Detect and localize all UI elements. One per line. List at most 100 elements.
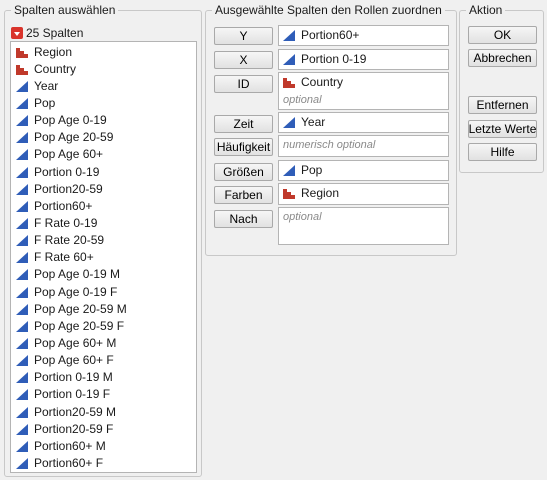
- role-entry-name: Year: [301, 115, 326, 129]
- column-list-item[interactable]: Portion 0-19 M: [11, 369, 196, 386]
- continuous-triangle-icon: [16, 320, 29, 332]
- role-placeholder: optional: [283, 94, 322, 106]
- role-entry[interactable]: Portion 0-19: [279, 50, 448, 68]
- role-entry[interactable]: Pop: [279, 161, 448, 179]
- role-box-nach[interactable]: optional: [278, 207, 449, 245]
- column-name: F Rate 60+: [34, 250, 94, 265]
- continuous-triangle-icon: [16, 406, 29, 418]
- role-entry[interactable]: Country: [279, 73, 448, 91]
- role-button-zeit[interactable]: Zeit: [214, 115, 273, 133]
- role-entry[interactable]: Region: [279, 184, 448, 202]
- continuous-triangle-icon: [16, 388, 29, 401]
- continuous-triangle-icon: [16, 354, 29, 367]
- role-box-gr-en[interactable]: Pop: [278, 160, 449, 181]
- column-name: F Rate 0-19: [34, 215, 98, 230]
- column-list-item[interactable]: Portion20-59: [11, 180, 196, 197]
- nominal-bar-icon: [16, 63, 29, 75]
- column-name: Pop Age 20-59: [34, 130, 114, 145]
- column-name: Portion 0-19 F: [34, 387, 111, 402]
- role-entry[interactable]: Portion60+: [279, 26, 448, 44]
- continuous-triangle-icon: [283, 53, 296, 65]
- cancel-button[interactable]: Abbrechen: [468, 49, 537, 67]
- role-button-h-ufigkeit[interactable]: Häufigkeit: [214, 138, 273, 156]
- column-name: Pop Age 60+ M: [34, 335, 117, 350]
- column-list-item[interactable]: Pop Age 60+ F: [11, 352, 196, 369]
- role-box-id[interactable]: Country optional: [278, 72, 449, 110]
- role-entry-name: Region: [301, 186, 340, 200]
- role-box-h-ufigkeit[interactable]: numerisch optional: [278, 135, 449, 157]
- continuous-triangle-icon: [16, 166, 29, 178]
- column-list[interactable]: Region Country Year Pop Pop Age 0-19 Pop Age …: [10, 41, 197, 473]
- column-list-item[interactable]: F Rate 0-19: [11, 214, 196, 231]
- column-list-item[interactable]: Portion20-59 F: [11, 420, 196, 437]
- role-assignment-legend: Ausgewählte Spalten den Rollen zuordnen: [212, 3, 445, 17]
- select-columns-panel: Spalten auswählen 25 Spalten Region Count…: [4, 3, 202, 477]
- column-list-item[interactable]: Pop Age 60+ M: [11, 334, 196, 351]
- column-name: Year: [34, 78, 59, 93]
- dropdown-triangle-icon[interactable]: [11, 27, 23, 39]
- column-name: Pop: [34, 95, 56, 110]
- role-box-farben[interactable]: Region: [278, 183, 449, 205]
- continuous-triangle-icon: [16, 97, 29, 109]
- continuous-triangle-icon: [16, 183, 29, 195]
- column-name: Portion 0-19: [34, 164, 100, 179]
- continuous-triangle-icon: [16, 457, 29, 469]
- column-name: Region: [34, 44, 73, 59]
- column-count-dropdown[interactable]: 25 Spalten: [11, 25, 83, 41]
- role-entry[interactable]: Year: [279, 113, 448, 131]
- role-button-farben[interactable]: Farben: [214, 186, 273, 204]
- continuous-triangle-icon: [283, 164, 296, 176]
- recall-button[interactable]: Letzte Werte: [468, 120, 537, 138]
- continuous-triangle-icon: [16, 371, 29, 384]
- column-list-item[interactable]: Portion 0-19 F: [11, 386, 196, 403]
- column-list-item[interactable]: Pop Age 20-59 M: [11, 300, 196, 317]
- column-list-item[interactable]: Country: [11, 60, 196, 77]
- column-name: Pop Age 20-59 F: [34, 318, 125, 333]
- column-list-item[interactable]: Portion60+: [11, 197, 196, 214]
- column-name: Pop Age 60+: [34, 147, 104, 162]
- role-box-y[interactable]: Portion60+: [278, 25, 449, 46]
- role-button-x[interactable]: X: [214, 51, 273, 69]
- continuous-triangle-icon: [16, 114, 29, 127]
- column-name: Portion60+ M: [34, 438, 106, 453]
- role-entry-name: Country: [301, 75, 344, 89]
- column-list-item[interactable]: Pop: [11, 94, 196, 111]
- column-list-item[interactable]: Year: [11, 77, 196, 94]
- help-button[interactable]: Hilfe: [468, 143, 537, 161]
- continuous-triangle-icon: [16, 337, 29, 349]
- role-placeholder: numerisch optional: [283, 139, 376, 151]
- column-list-item[interactable]: Portion 0-19: [11, 163, 196, 180]
- remove-button[interactable]: Entfernen: [468, 96, 537, 114]
- column-name: Portion 0-19 M: [34, 370, 113, 385]
- column-list-item[interactable]: F Rate 20-59: [11, 232, 196, 249]
- column-list-item[interactable]: Pop Age 0-19 F: [11, 283, 196, 300]
- column-name: Portion20-59: [34, 181, 103, 196]
- column-list-item[interactable]: Pop Age 20-59: [11, 129, 196, 146]
- role-button-y[interactable]: Y: [214, 27, 273, 45]
- continuous-triangle-icon: [16, 423, 29, 435]
- role-box-x[interactable]: Portion 0-19: [278, 49, 449, 70]
- column-name: Pop Age 0-19 M: [34, 267, 121, 282]
- column-list-item[interactable]: Portion20-59 M: [11, 403, 196, 420]
- role-assignment-panel: Ausgewählte Spalten den Rollen zuordnen …: [205, 3, 457, 256]
- column-list-item[interactable]: Pop Age 20-59 F: [11, 317, 196, 334]
- nominal-bar-icon: [283, 76, 296, 88]
- continuous-triangle-icon: [16, 148, 29, 161]
- role-button-id[interactable]: ID: [214, 75, 273, 93]
- continuous-triangle-icon: [16, 217, 29, 229]
- role-button-gr-en[interactable]: Größen: [214, 163, 273, 181]
- column-list-item[interactable]: F Rate 60+: [11, 249, 196, 266]
- column-list-item[interactable]: Pop Age 0-19: [11, 112, 196, 129]
- column-list-item[interactable]: Portion60+ M: [11, 437, 196, 454]
- column-name: F Rate 20-59: [34, 233, 105, 248]
- role-button-nach[interactable]: Nach: [214, 210, 273, 228]
- column-name: Portion60+: [34, 198, 93, 213]
- column-list-item[interactable]: Pop Age 60+: [11, 146, 196, 163]
- continuous-triangle-icon: [283, 29, 296, 41]
- role-box-zeit[interactable]: Year: [278, 112, 449, 133]
- column-list-item[interactable]: Region: [11, 43, 196, 60]
- column-name: Portion60+ F: [34, 455, 104, 470]
- column-list-item[interactable]: Pop Age 0-19 M: [11, 266, 196, 283]
- column-list-item[interactable]: Portion60+ F: [11, 454, 196, 471]
- ok-button[interactable]: OK: [468, 26, 537, 44]
